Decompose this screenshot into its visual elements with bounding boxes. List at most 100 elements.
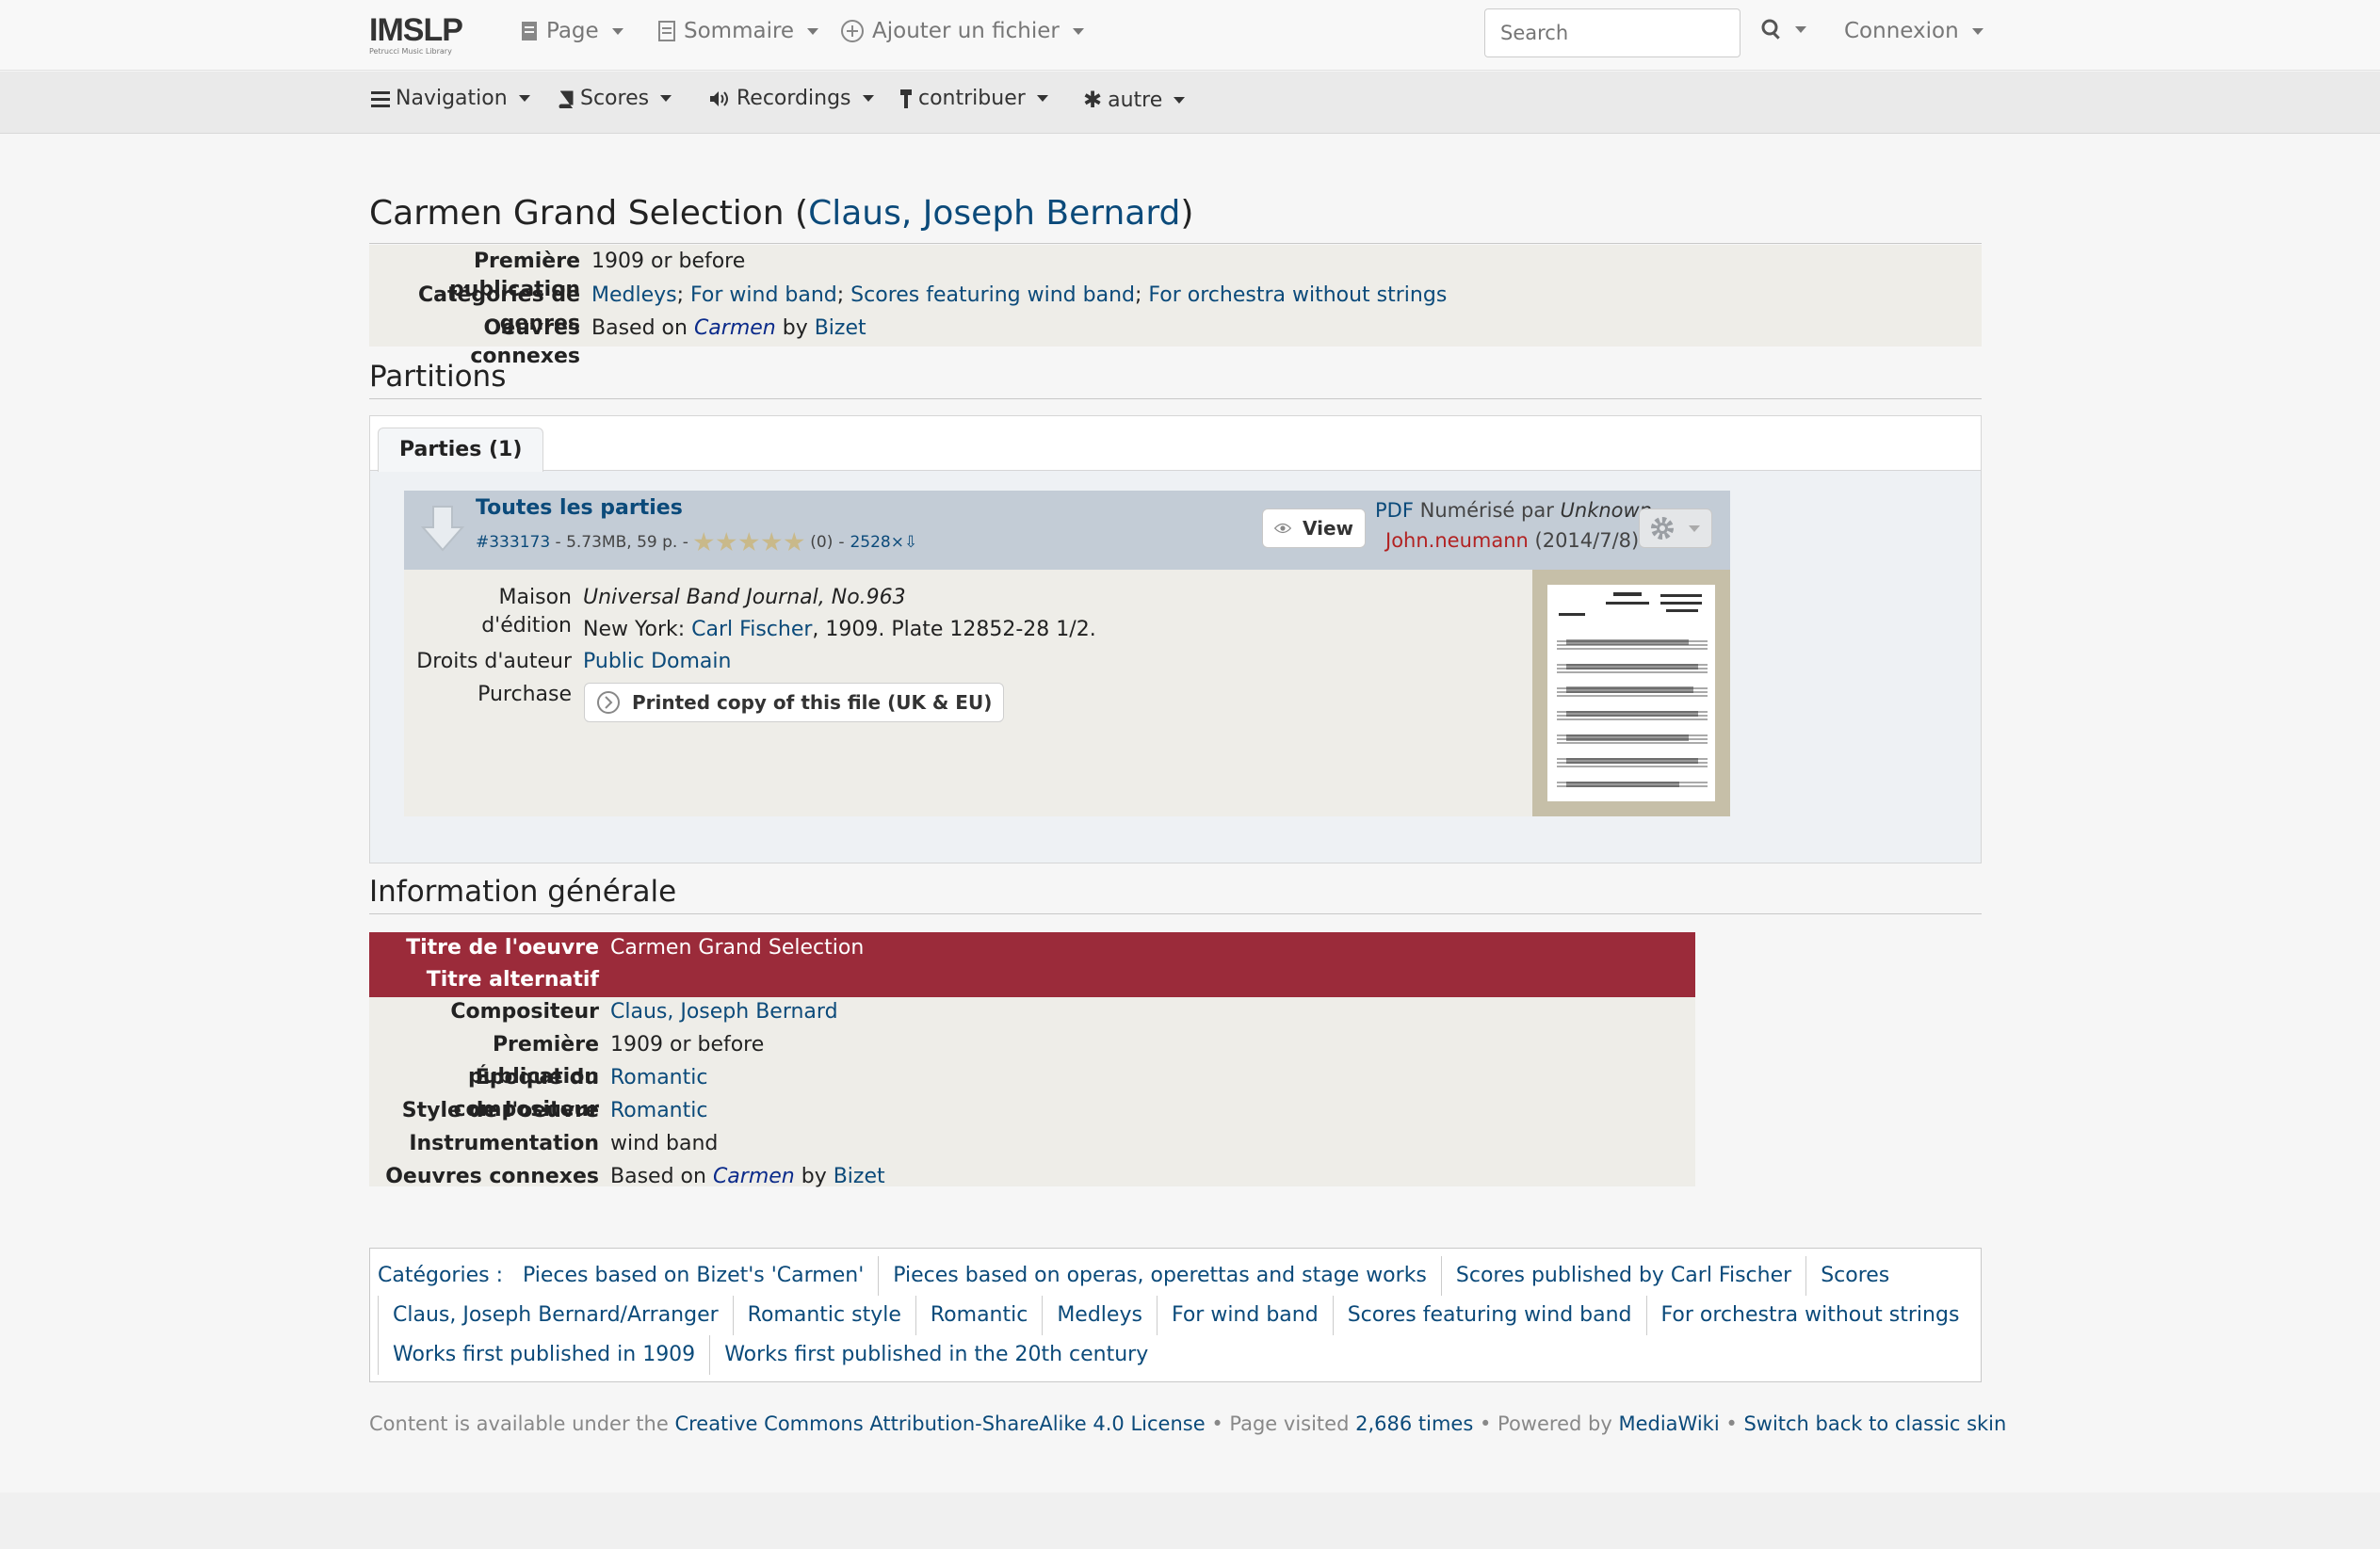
search-input[interactable] [1484,8,1740,57]
arrow-circle-icon [597,691,620,714]
purchase-button[interactable]: Printed copy of this file (UK & EU) [584,683,1005,722]
recordings-menu[interactable]: Recordings [708,87,874,110]
purchase-button-label: Printed copy of this file (UK & EU) [632,691,993,714]
category-link[interactable]: Scores [1805,1256,1903,1296]
category-link[interactable]: Scores featuring wind band [1332,1296,1646,1335]
genre-link[interactable]: For wind band [690,283,837,307]
file-meta: #333173 - 5.73MB, 59 p. - (0) - 2528×⇩ [476,532,918,553]
info-row-style: Style de l'oeuvre Romantic [369,1095,708,1127]
gear-icon [1651,517,1674,540]
book-icon [559,90,574,108]
categories-label-link[interactable]: Catégories : [378,1256,509,1296]
score-preview-image [1547,585,1715,801]
search-options-button[interactable] [1761,19,1806,40]
divider [369,913,1982,914]
scores-menu[interactable]: Scores [558,87,672,110]
view-button[interactable]: View [1262,508,1366,548]
plus-circle-icon [841,20,864,42]
categories-box: Catégories : Pieces based on Bizet's 'Ca… [369,1248,1982,1382]
chevron-down-icon [1689,524,1700,532]
composer-link[interactable]: Claus, Joseph Bernard [808,194,1180,233]
categories-line: Claus, Joseph Bernard/Arranger Romantic … [378,1296,1973,1335]
eye-icon [1274,523,1291,534]
categories-line: Works first published in 1909 Works firs… [378,1335,1162,1375]
genre-link[interactable]: For orchestra without strings [1148,283,1447,307]
navigation-label: Navigation [396,87,508,110]
composer-link[interactable]: Claus, Joseph Bernard [610,996,838,1028]
tab-parts[interactable]: Parties (1) [378,428,544,472]
related-work-link[interactable]: Carmen [694,316,776,340]
rating-stars[interactable] [693,532,804,553]
chevron-down-icon [807,27,819,35]
navigation-menu[interactable]: Navigation [371,87,530,110]
page-icon [522,22,537,40]
purchase-row: Purchase [404,681,583,709]
asterisk-icon: ✱ [1083,87,1103,113]
logo-subtitle: Petrucci Music Library [369,47,452,56]
work-title: Carmen Grand Selection ( [369,194,809,233]
uploader-link[interactable]: John.neumann [1385,529,1529,552]
genre-link[interactable]: Medleys [591,283,677,307]
related-composer-link[interactable]: Bizet [815,316,866,340]
style-link[interactable]: Romantic [610,1095,707,1127]
download-arrow-icon[interactable] [421,505,464,552]
category-link[interactable]: Medleys [1042,1296,1157,1335]
login-menu[interactable]: Connexion [1844,19,1983,43]
star-icon [693,532,714,552]
category-link[interactable]: Works first published in 1909 [378,1335,709,1375]
visit-count-link[interactable]: 2,686 times [1355,1412,1473,1435]
other-menu[interactable]: ✱ autre [1083,87,1186,113]
classic-skin-link[interactable]: Switch back to classic skin [1743,1412,2006,1435]
add-file-menu[interactable]: Ajouter un fichier [840,19,1084,43]
divider [369,243,1982,244]
chevron-down-icon [660,95,672,102]
license-link[interactable]: Creative Commons Attribution-ShareAlike … [674,1412,1205,1435]
page-menu[interactable]: Page [520,19,623,43]
top-navbar [0,0,2380,71]
public-domain-link[interactable]: Public Domain [583,648,731,676]
category-link[interactable]: Scores published by Carl Fischer [1440,1256,1805,1296]
related-work-link[interactable]: Carmen [713,1165,795,1188]
chevron-down-icon [1971,27,1983,35]
download-count-link[interactable]: 2528×⇩ [850,533,917,552]
add-file-label: Ajouter un fichier [872,19,1060,43]
chevron-down-icon [1174,96,1186,104]
rights-row: Droits d'auteur Public Domain [404,648,731,676]
file-title-link[interactable]: Toutes les parties [476,496,683,520]
chevron-down-icon [518,95,530,102]
partitions-heading: Partitions [369,360,507,394]
tab-strip [370,416,1981,471]
contribute-menu[interactable]: contribuer [899,87,1048,110]
info-row-instrumentation: Instrumentation wind band [409,1132,719,1155]
chevron-down-icon [1072,27,1084,35]
category-link[interactable]: Romantic [915,1296,1042,1335]
purchase-label: Purchase [478,683,572,706]
category-link[interactable]: Pieces based on Bizet's 'Carmen' [509,1256,878,1296]
category-link[interactable]: Works first published in the 20th centur… [709,1335,1162,1375]
sommaire-menu[interactable]: Sommaire [657,19,819,43]
publisher-link[interactable]: Carl Fischer [691,616,812,644]
chevron-down-icon [611,27,623,35]
category-link[interactable]: For orchestra without strings [1645,1296,1974,1335]
category-link[interactable]: Pieces based on operas, operettas and st… [878,1256,1441,1296]
pdf-link[interactable]: PDF [1375,499,1414,522]
related-composer-link[interactable]: Bizet [834,1165,885,1188]
rating-count: (0) [810,533,834,552]
secondary-navbar [0,72,2380,134]
login-label: Connexion [1844,19,1959,43]
file-id-link[interactable]: #333173 [476,533,550,552]
category-link[interactable]: Claus, Joseph Bernard/Arranger [378,1296,733,1335]
category-link[interactable]: For wind band [1156,1296,1333,1335]
file-options-button[interactable] [1639,508,1712,548]
general-info-heading: Information générale [369,875,677,909]
imslp-logo[interactable]: IMSLP Petrucci Music Library [369,13,473,60]
edition-publisher-row: New York: Carl Fischer, 1909. Plate 1285… [583,616,1096,644]
category-link[interactable]: Romantic style [732,1296,915,1335]
search-icon [1761,19,1780,40]
contribute-label: contribuer [918,87,1026,110]
score-thumbnail[interactable] [1532,570,1730,816]
view-label: View [1302,517,1353,540]
edition-plate: , 1909. Plate 12852-28 1/2. [812,618,1096,641]
mediawiki-link[interactable]: MediaWiki [1618,1412,1719,1435]
genre-link[interactable]: Scores featuring wind band [850,283,1135,307]
